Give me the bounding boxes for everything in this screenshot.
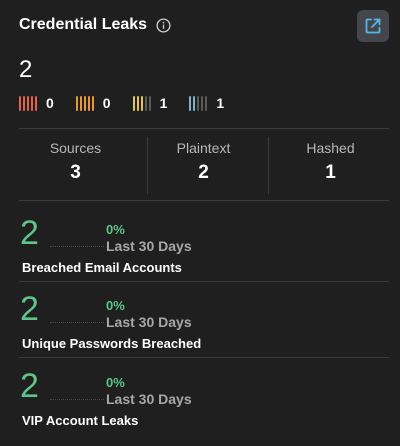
metric-value: 2	[20, 214, 39, 252]
stat-hashed-value: 1	[325, 162, 336, 183]
severity-high: 0	[75, 95, 111, 111]
metric-change: 0%	[106, 298, 125, 313]
severity-medium-bars	[132, 95, 151, 111]
metric-value: 2	[20, 367, 39, 405]
severity-bar	[197, 95, 200, 111]
severity-breakdown: 0 0 1 1	[19, 95, 246, 111]
severity-bar	[193, 95, 196, 111]
credential-leaks-card: Credential Leaks 2 0 0 1 1 Sources 3 Pla…	[0, 0, 400, 446]
severity-bar	[132, 95, 135, 111]
severity-critical: 0	[19, 95, 54, 111]
metric-value: 2	[20, 290, 39, 328]
severity-bar	[201, 95, 204, 111]
severity-bar	[35, 95, 37, 111]
severity-low-bars	[189, 95, 208, 111]
severity-bar	[27, 95, 29, 111]
stat-plaintext-value: 2	[198, 162, 209, 183]
stat-hashed: Hashed 1	[269, 130, 392, 200]
severity-bar	[19, 95, 21, 111]
stat-hashed-label: Hashed	[306, 140, 355, 156]
severity-bar	[87, 95, 90, 111]
stat-plaintext: Plaintext 2	[142, 130, 265, 200]
severity-bar	[23, 95, 25, 111]
severity-bar	[91, 95, 94, 111]
severity-bar	[144, 95, 147, 111]
sparkline-placeholder	[50, 399, 104, 400]
severity-bar	[148, 95, 151, 111]
sparkline-placeholder	[50, 322, 104, 323]
divider	[19, 200, 389, 201]
severity-bar	[75, 95, 78, 111]
severity-bar	[140, 95, 143, 111]
severity-low: 1	[189, 95, 224, 111]
severity-high-count: 0	[102, 95, 111, 111]
severity-bar	[205, 95, 208, 111]
severity-bar	[79, 95, 82, 111]
severity-bar	[189, 95, 192, 111]
info-icon[interactable]	[156, 17, 171, 33]
metric-label: VIP Account Leaks	[22, 413, 139, 428]
metric-period: Last 30 Days	[106, 314, 192, 330]
stat-sources: Sources 3	[14, 130, 137, 200]
total-leaks-count: 2	[19, 56, 33, 83]
metric-period: Last 30 Days	[106, 238, 192, 254]
metric-vip-account-leaks[interactable]: 2 0% Last 30 Days VIP Account Leaks	[0, 358, 400, 434]
severity-bar	[136, 95, 139, 111]
card-title: Credential Leaks	[19, 16, 148, 33]
divider	[19, 128, 389, 129]
severity-critical-count: 0	[46, 95, 54, 111]
metric-change: 0%	[106, 375, 125, 390]
severity-medium-count: 1	[159, 95, 168, 111]
severity-bar	[31, 95, 33, 111]
stat-sources-value: 3	[70, 162, 81, 183]
metric-unique-passwords-breached[interactable]: 2 0% Last 30 Days Unique Passwords Breac…	[0, 281, 400, 357]
severity-low-count: 1	[216, 95, 225, 111]
severity-high-bars	[75, 95, 94, 111]
stats-row: Sources 3 Plaintext 2 Hashed 1	[0, 130, 400, 200]
sparkline-placeholder	[50, 246, 104, 247]
metric-label: Breached Email Accounts	[22, 260, 182, 275]
card-header: Credential Leaks	[19, 16, 171, 34]
metric-label: Unique Passwords Breached	[22, 336, 202, 351]
stat-sources-label: Sources	[49, 140, 102, 156]
severity-critical-bars	[19, 95, 37, 111]
metric-period: Last 30 Days	[106, 391, 192, 407]
metric-breached-email-accounts[interactable]: 2 0% Last 30 Days Breached Email Account…	[0, 205, 400, 281]
external-link-icon	[363, 16, 383, 36]
metric-change: 0%	[106, 222, 125, 237]
stat-plaintext-label: Plaintext	[176, 140, 231, 156]
severity-bar	[83, 95, 86, 111]
open-external-button[interactable]	[357, 10, 389, 42]
severity-medium: 1	[132, 95, 168, 111]
